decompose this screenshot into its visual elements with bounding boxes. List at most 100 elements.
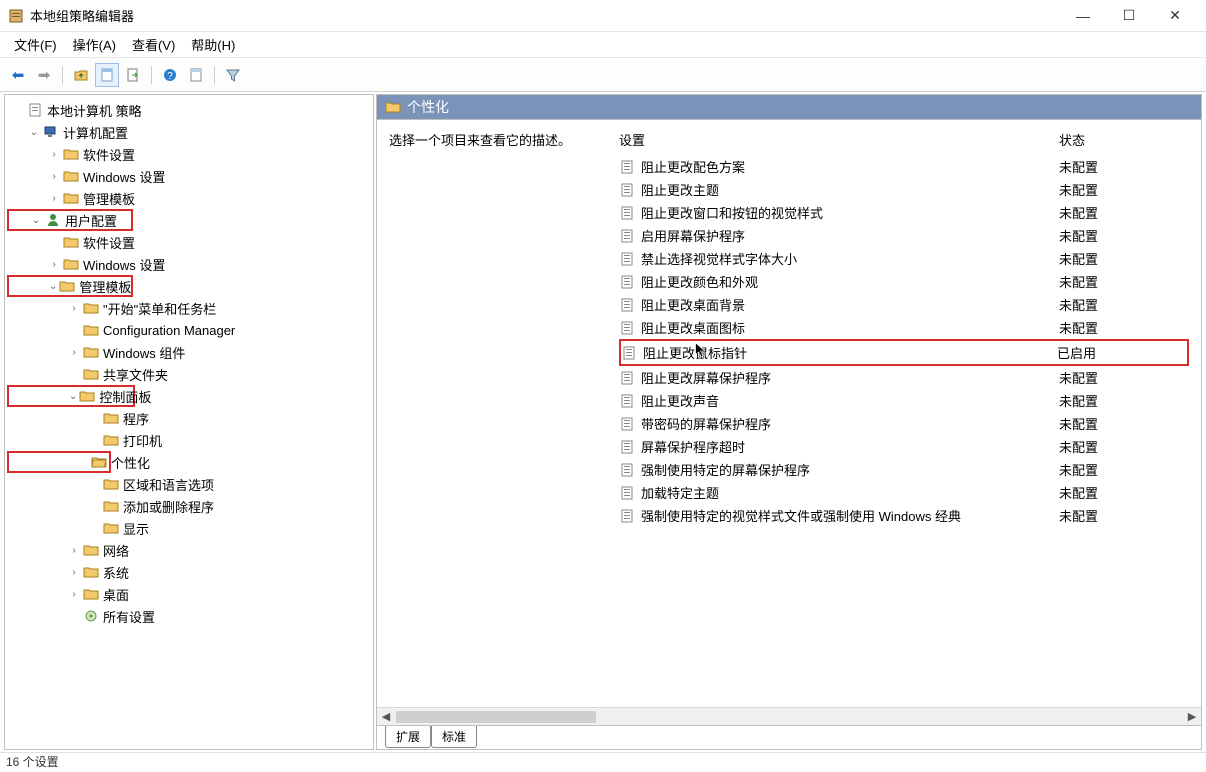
setting-status: 未配置 bbox=[1059, 157, 1189, 176]
tree-windows-components[interactable]: › Windows 组件 bbox=[7, 341, 371, 363]
policy-item-icon bbox=[619, 251, 635, 267]
setting-status: 未配置 bbox=[1059, 483, 1189, 502]
minimize-button[interactable]: — bbox=[1060, 1, 1106, 31]
tree-control-panel[interactable]: ⌄ 控制面板 bbox=[7, 385, 135, 407]
setting-row[interactable]: 强制使用特定的屏幕保护程序未配置 bbox=[619, 458, 1189, 481]
tree-computer-config[interactable]: ⌄ 计算机配置 bbox=[7, 121, 371, 143]
policy-item-icon bbox=[619, 297, 635, 313]
expander-icon[interactable]: › bbox=[47, 149, 61, 160]
expander-icon[interactable]: ⌄ bbox=[29, 215, 43, 226]
expander-icon[interactable]: › bbox=[47, 259, 61, 270]
setting-row[interactable]: 禁止选择视觉样式字体大小未配置 bbox=[619, 247, 1189, 270]
tree-label: 用户配置 bbox=[65, 211, 117, 230]
tree-cp-printers[interactable]: 打印机 bbox=[7, 429, 371, 451]
menubar: 文件(F) 操作(A) 查看(V) 帮助(H) bbox=[0, 32, 1206, 58]
tree-root[interactable]: 本地计算机 策略 bbox=[7, 99, 371, 121]
properties-button[interactable] bbox=[95, 63, 119, 87]
menu-file[interactable]: 文件(F) bbox=[6, 32, 65, 57]
scroll-right-icon[interactable]: ▶ bbox=[1183, 710, 1201, 723]
setting-row[interactable]: 阻止更改窗口和按钮的视觉样式未配置 bbox=[619, 201, 1189, 224]
expander-icon[interactable]: › bbox=[67, 589, 81, 600]
setting-row[interactable]: 带密码的屏幕保护程序未配置 bbox=[619, 412, 1189, 435]
export-button[interactable] bbox=[121, 63, 145, 87]
scroll-thumb[interactable] bbox=[396, 711, 596, 723]
expander-icon[interactable]: › bbox=[47, 193, 61, 204]
setting-row[interactable]: 阻止更改配色方案未配置 bbox=[619, 155, 1189, 178]
expander-icon[interactable]: ⌄ bbox=[49, 281, 57, 292]
setting-status: 已启用 bbox=[1057, 343, 1187, 362]
tree-label: 个性化 bbox=[111, 453, 150, 472]
scroll-left-icon[interactable]: ◀ bbox=[377, 710, 395, 723]
tree-uc-windows[interactable]: › Windows 设置 bbox=[7, 253, 371, 275]
setting-label: 阻止更改颜色和外观 bbox=[641, 272, 1059, 291]
tree-desktop[interactable]: › 桌面 bbox=[7, 583, 371, 605]
expander-icon[interactable]: › bbox=[67, 545, 81, 556]
expander-icon[interactable]: › bbox=[67, 347, 81, 358]
setting-row[interactable]: 强制使用特定的视觉样式文件或强制使用 Windows 经典未配置 bbox=[619, 504, 1189, 527]
scroll-track[interactable] bbox=[395, 710, 1183, 724]
setting-row[interactable]: 加载特定主题未配置 bbox=[619, 481, 1189, 504]
tree-network[interactable]: › 网络 bbox=[7, 539, 371, 561]
tab-standard[interactable]: 标准 bbox=[431, 726, 477, 748]
policy-item-icon bbox=[619, 159, 635, 175]
setting-row[interactable]: 阻止更改声音未配置 bbox=[619, 389, 1189, 412]
tree-panel[interactable]: 本地计算机 策略 ⌄ 计算机配置 › 软件设置 › Windows 设置 › 管… bbox=[4, 94, 374, 750]
tree-cp-addremove[interactable]: 添加或删除程序 bbox=[7, 495, 371, 517]
tree-shared-folders[interactable]: 共享文件夹 bbox=[7, 363, 371, 385]
tree-cc-windows[interactable]: › Windows 设置 bbox=[7, 165, 371, 187]
menu-view[interactable]: 查看(V) bbox=[124, 32, 183, 57]
tree-cp-programs[interactable]: 程序 bbox=[7, 407, 371, 429]
setting-row[interactable]: 阻止更改屏幕保护程序未配置 bbox=[619, 366, 1189, 389]
setting-row[interactable]: 阻止更改颜色和外观未配置 bbox=[619, 270, 1189, 293]
up-folder-button[interactable] bbox=[69, 63, 93, 87]
tree-system[interactable]: › 系统 bbox=[7, 561, 371, 583]
tree-label: Windows 设置 bbox=[83, 167, 165, 186]
window-title: 本地组策略编辑器 bbox=[30, 6, 1060, 25]
tree-label: 网络 bbox=[103, 541, 129, 560]
policy-item-icon bbox=[619, 274, 635, 290]
setting-row[interactable]: 阻止更改鼠标指针已启用 bbox=[619, 339, 1189, 366]
menu-help[interactable]: 帮助(H) bbox=[183, 32, 243, 57]
maximize-button[interactable]: ☐ bbox=[1106, 1, 1152, 31]
tab-extended[interactable]: 扩展 bbox=[385, 726, 431, 748]
setting-row[interactable]: 启用屏幕保护程序未配置 bbox=[619, 224, 1189, 247]
menu-action[interactable]: 操作(A) bbox=[65, 32, 124, 57]
setting-row[interactable]: 阻止更改桌面背景未配置 bbox=[619, 293, 1189, 316]
policy-icon bbox=[27, 102, 43, 118]
expander-icon[interactable]: › bbox=[67, 303, 81, 314]
setting-row[interactable]: 屏幕保护程序超时未配置 bbox=[619, 435, 1189, 458]
setting-label: 带密码的屏幕保护程序 bbox=[641, 414, 1059, 433]
settings-list: 阻止更改配色方案未配置阻止更改主题未配置阻止更改窗口和按钮的视觉样式未配置启用屏… bbox=[619, 155, 1189, 527]
forward-button[interactable]: ➡ bbox=[32, 63, 56, 87]
tree-all-settings[interactable]: 所有设置 bbox=[7, 605, 371, 627]
tree-uc-admin[interactable]: ⌄ 管理模板 bbox=[7, 275, 133, 297]
expander-icon[interactable]: › bbox=[67, 567, 81, 578]
tree-cp-display[interactable]: 显示 bbox=[7, 517, 371, 539]
tree-cp-personalization[interactable]: 个性化 bbox=[7, 451, 111, 473]
tree-user-config[interactable]: ⌄ 用户配置 bbox=[7, 209, 133, 231]
tree-start-menu[interactable]: › "开始"菜单和任务栏 bbox=[7, 297, 371, 319]
tree-cp-region[interactable]: 区域和语言选项 bbox=[7, 473, 371, 495]
tree-cc-software[interactable]: › 软件设置 bbox=[7, 143, 371, 165]
expander-icon[interactable]: ⌄ bbox=[27, 127, 41, 138]
back-button[interactable]: ⬅ bbox=[6, 63, 30, 87]
expander-icon[interactable]: › bbox=[47, 171, 61, 182]
help-button[interactable]: ? bbox=[158, 63, 182, 87]
filter-settings-button[interactable] bbox=[184, 63, 208, 87]
col-header-status[interactable]: 状态 bbox=[1059, 130, 1189, 149]
setting-row[interactable]: 阻止更改主题未配置 bbox=[619, 178, 1189, 201]
user-icon bbox=[45, 212, 61, 228]
tree-uc-software[interactable]: 软件设置 bbox=[7, 231, 371, 253]
setting-row[interactable]: 阻止更改桌面图标未配置 bbox=[619, 316, 1189, 339]
tree-label: 管理模板 bbox=[79, 277, 131, 296]
close-button[interactable]: ✕ bbox=[1152, 1, 1198, 31]
expander-icon[interactable]: ⌄ bbox=[69, 391, 77, 402]
tree-cc-admin[interactable]: › 管理模板 bbox=[7, 187, 371, 209]
tree-config-manager[interactable]: Configuration Manager bbox=[7, 319, 371, 341]
setting-status: 未配置 bbox=[1059, 414, 1189, 433]
filter-button[interactable] bbox=[221, 63, 245, 87]
policy-item-icon bbox=[619, 228, 635, 244]
setting-label: 启用屏幕保护程序 bbox=[641, 226, 1059, 245]
col-header-setting[interactable]: 设置 bbox=[619, 130, 1059, 149]
horizontal-scrollbar[interactable]: ◀ ▶ bbox=[377, 707, 1201, 725]
